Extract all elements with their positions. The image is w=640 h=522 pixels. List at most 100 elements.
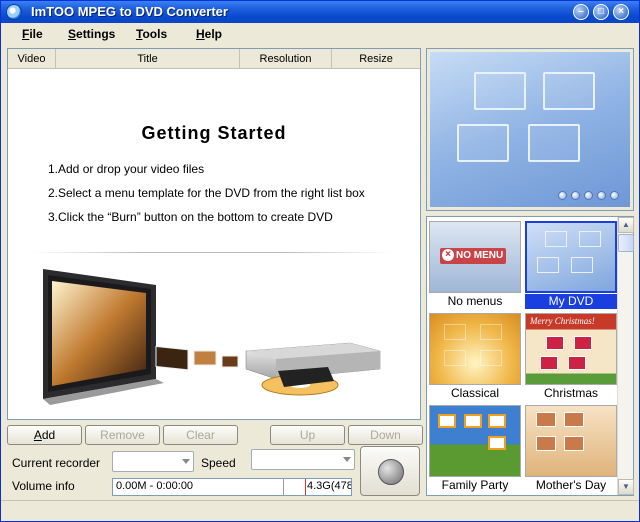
chevron-down-icon [182,459,190,464]
thumb-frame [568,356,586,370]
template-thumbnail [525,405,617,477]
getting-started-step: 3.Click the “Burn” button on the bottom … [48,210,333,224]
minimize-button[interactable]: – [573,4,589,20]
column-video[interactable]: Video [8,49,56,69]
preview-nav-icon [610,191,619,200]
template-christmas[interactable]: Merry Christmas! Christmas [525,313,617,401]
video-list[interactable]: Video Title Resolution Resize Getting St… [7,48,421,420]
template-thumbnail: × NO MENU [429,221,521,293]
volume-total: 4.3G(478 [307,480,351,492]
getting-started-step: 2.Select a menu template for the DVD fro… [48,186,365,200]
template-no-menus[interactable]: × NO MENU No menus [429,221,521,309]
template-label: Mother's Day [535,478,607,492]
template-my-dvd[interactable]: My DVD [525,221,617,309]
template-scrollbar[interactable]: ▲ ▼ [617,217,634,495]
current-recorder-select[interactable] [112,451,194,472]
column-title[interactable]: Title [56,49,240,69]
clear-button[interactable]: Clear [163,425,238,445]
menu-help[interactable]: Help [196,27,222,41]
menu-file[interactable]: File [22,27,43,41]
column-resize[interactable]: Resize [332,49,420,69]
thumb-frame [464,414,482,428]
volume-limit-marker [305,479,306,495]
no-menu-text: NO MENU [456,250,504,261]
speed-select[interactable] [251,449,355,470]
template-label: Christmas [543,386,598,400]
menu-tools[interactable]: Tools [136,27,167,41]
thumb-frame [480,324,502,340]
thumb-frame [444,324,466,340]
maximize-button[interactable]: □ [593,4,609,20]
scroll-thumb[interactable] [618,234,634,252]
down-button[interactable]: Down [348,425,423,445]
volume-info-bar: 0.00M - 0:00:00 4.3G(478 [112,478,352,496]
thumb-frame [546,336,564,350]
menu-preview [426,48,634,211]
thumb-frame [574,336,592,350]
burn-icon [378,459,404,485]
status-bar [1,500,639,521]
preview-frame [474,72,526,110]
thumb-frame [545,231,567,247]
getting-started-step: 1.Add or drop your video files [48,162,205,176]
template-mothers-day[interactable]: Mother's Day [525,405,617,493]
thumb-frame [488,414,506,428]
template-label: No menus [447,294,503,308]
add-button[interactable]: Add [7,425,82,445]
volume-used: 0.00M - 0:00:00 [116,480,194,492]
thumb-frame [571,257,593,273]
window-title: ImTOO MPEG to DVD Converter [31,4,228,19]
thumb-frame [480,350,502,366]
menu-bar: File Settings Tools Help [1,23,639,45]
template-thumbnail [429,313,521,385]
divider [32,252,392,253]
preview-nav-icon [558,191,567,200]
thumb-frame [579,231,601,247]
template-classical[interactable]: Classical [429,313,521,401]
thumb-frame [564,436,584,451]
thumb-frame [564,412,584,427]
volume-info-label: Volume info [12,479,75,493]
volume-divider [283,479,284,495]
thumb-frame [444,350,466,366]
tv-to-dvd-illustration [43,269,381,405]
thumb-frame [488,436,506,450]
title-bar[interactable]: ImTOO MPEG to DVD Converter – □ × [1,1,639,23]
scroll-up-icon[interactable]: ▲ [618,217,634,233]
preview-nav-icon [584,191,593,200]
column-resolution[interactable]: Resolution [240,49,332,69]
template-label: Family Party [441,478,509,492]
current-recorder-label: Current recorder [12,456,101,470]
app-icon[interactable] [6,4,22,20]
no-entry-icon: × [442,249,454,261]
thumb-frame [438,414,456,428]
preview-nav-icon [597,191,606,200]
burn-button[interactable] [360,446,420,496]
close-button[interactable]: × [613,4,629,20]
up-button[interactable]: Up [270,425,345,445]
getting-started-title: Getting Started [141,123,287,143]
christmas-banner: Merry Christmas! [530,316,595,326]
chevron-down-icon [343,457,351,462]
preview-nav-icon [571,191,580,200]
thumb-frame [536,412,556,427]
template-label: Classical [450,386,499,400]
thumb-frame [537,257,559,273]
preview-frame [528,124,580,162]
preview-frame [457,124,509,162]
thumb-frame [536,436,556,451]
template-label: My DVD [525,294,617,309]
remove-button[interactable]: Remove [85,425,160,445]
template-thumbnail [429,405,521,477]
template-thumbnail: Merry Christmas! [525,313,617,385]
template-list[interactable]: × NO MENU No menus My DVD Classical Merr… [426,216,634,496]
app-window: ImTOO MPEG to DVD Converter – □ × File S… [0,0,640,522]
scroll-down-icon[interactable]: ▼ [618,479,634,495]
template-family-party[interactable]: Family Party [429,405,521,493]
preview-screen [430,52,630,207]
speed-label: Speed [201,456,236,470]
column-header: Video Title Resolution Resize [8,49,420,69]
menu-settings[interactable]: Settings [68,27,115,41]
template-thumbnail [525,221,617,293]
thumb-frame [540,356,558,370]
